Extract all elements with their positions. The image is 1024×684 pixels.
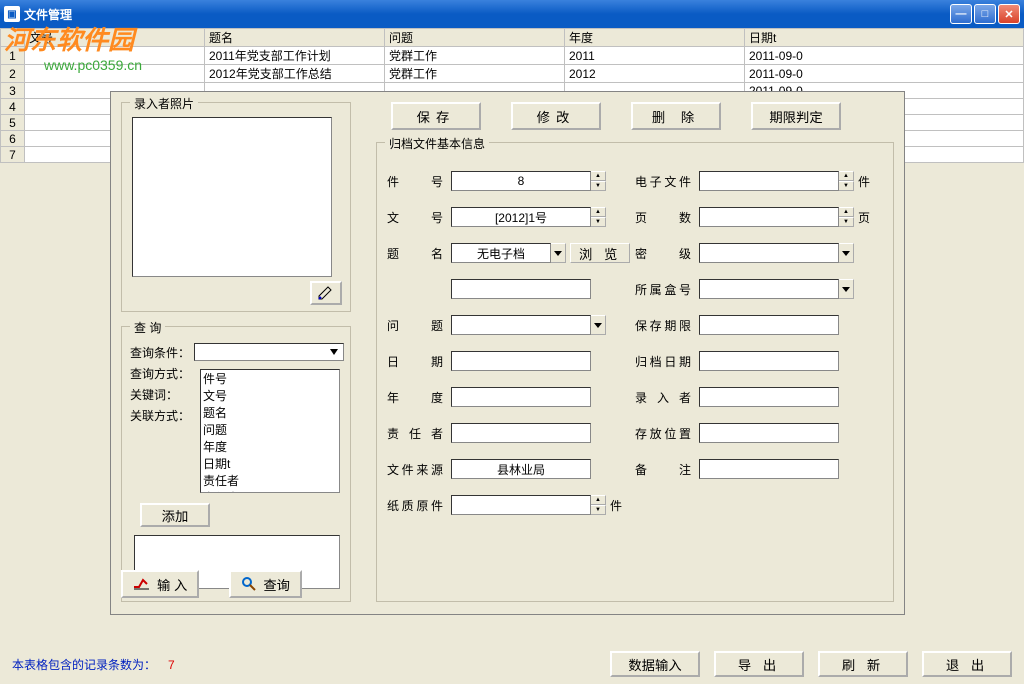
form-legend: 归档文件基本信息: [385, 135, 489, 152]
app-icon: ▣: [4, 6, 20, 22]
col-header[interactable]: [1, 29, 25, 47]
add-button[interactable]: 添加: [140, 503, 210, 527]
modify-button[interactable]: 修改: [511, 102, 601, 130]
query-mode-label: 查询方式：: [130, 365, 194, 382]
entry-input[interactable]: [699, 387, 839, 407]
archive-date-input[interactable]: [699, 351, 839, 371]
col-header[interactable]: 日期t: [745, 29, 1024, 47]
list-item[interactable]: 件号: [201, 370, 339, 387]
save-button[interactable]: 保存: [391, 102, 481, 130]
list-item[interactable]: 文件来源: [201, 489, 339, 493]
col-header[interactable]: 题名: [205, 29, 385, 47]
table-row[interactable]: 22012年党支部工作总结党群工作20122011-09-0: [1, 65, 1024, 83]
input-button[interactable]: 输 入: [121, 570, 199, 598]
query-keyword-label: 关键词：: [130, 386, 194, 403]
maximize-button[interactable]: □: [974, 4, 996, 24]
efile-select[interactable]: 无电子档: [451, 243, 551, 263]
item-no-spinner[interactable]: ▲▼: [590, 171, 606, 191]
secret-dropdown[interactable]: [838, 243, 854, 263]
source-input[interactable]: 县林业局: [451, 459, 591, 479]
delete-button[interactable]: 删 除: [631, 102, 721, 130]
paper-input[interactable]: [451, 495, 591, 515]
minimize-button[interactable]: —: [950, 4, 972, 24]
paper-spinner[interactable]: ▲▼: [590, 495, 606, 515]
list-item[interactable]: 问题: [201, 421, 339, 438]
export-button[interactable]: 导 出: [714, 651, 804, 677]
title-input[interactable]: [451, 279, 591, 299]
item-no-input[interactable]: 8: [451, 171, 591, 191]
close-button[interactable]: ✕: [998, 4, 1020, 24]
efile-input[interactable]: [699, 171, 839, 191]
form-group: 归档文件基本信息 件 号8▲▼ 电子文件▲▼件 文号[2012]1号▲▼ 页数▲…: [376, 142, 894, 602]
query-cond-label: 查询条件：: [130, 344, 194, 361]
pen-button[interactable]: [310, 281, 342, 305]
exit-button[interactable]: 退 出: [922, 651, 1012, 677]
issue-dropdown[interactable]: [590, 315, 606, 335]
input-icon: [133, 577, 151, 591]
table-row[interactable]: 12011年党支部工作计划党群工作20112011-09-0: [1, 47, 1024, 65]
secret-input[interactable]: [699, 243, 839, 263]
data-input-button[interactable]: 数据输入: [610, 651, 700, 677]
doc-no-spinner[interactable]: ▲▼: [590, 207, 606, 227]
list-item[interactable]: 文号: [201, 387, 339, 404]
box-input[interactable]: [699, 279, 839, 299]
efile-spinner[interactable]: ▲▼: [838, 171, 854, 191]
search-icon: [241, 576, 257, 592]
window-title: 文件管理: [24, 6, 72, 23]
resp-input[interactable]: [451, 423, 591, 443]
efile-dropdown[interactable]: [550, 243, 566, 263]
query-legend: 查 询: [130, 319, 165, 336]
query-group: 查 询 查询条件： 查询方式： 关键词： 关联方式： 件号文号题名问题年度日期t…: [121, 326, 351, 602]
pen-icon: [317, 285, 335, 301]
pages-spinner[interactable]: ▲▼: [838, 207, 854, 227]
note-input[interactable]: [699, 459, 839, 479]
edit-dialog: 录入者照片 查 询 查询条件： 查询方式： 关键词： 关联方式： 件号文号题名问…: [110, 91, 905, 615]
issue-input[interactable]: [451, 315, 591, 335]
titlebar: ▣ 文件管理 — □ ✕: [0, 0, 1024, 28]
browse-button[interactable]: 浏 览: [570, 243, 630, 263]
col-header[interactable]: 问题: [385, 29, 565, 47]
col-header[interactable]: 年度: [565, 29, 745, 47]
col-header[interactable]: 文号: [25, 29, 205, 47]
photo-box[interactable]: [132, 117, 332, 277]
list-item[interactable]: 日期t: [201, 455, 339, 472]
doc-no-input[interactable]: [2012]1号: [451, 207, 591, 227]
list-item[interactable]: 题名: [201, 404, 339, 421]
pages-input[interactable]: [699, 207, 839, 227]
photo-group: 录入者照片: [121, 102, 351, 312]
year-input[interactable]: [451, 387, 591, 407]
photo-legend: 录入者照片: [130, 95, 198, 112]
retain-input[interactable]: [699, 315, 839, 335]
search-button[interactable]: 查询: [229, 570, 302, 598]
box-dropdown[interactable]: [838, 279, 854, 299]
list-item[interactable]: 年度: [201, 438, 339, 455]
loc-input[interactable]: [699, 423, 839, 443]
refresh-button[interactable]: 刷 新: [818, 651, 908, 677]
status-text: 本表格包含的记录条数为：7: [12, 656, 175, 673]
date-input[interactable]: [451, 351, 591, 371]
deadline-button[interactable]: 期限判定: [751, 102, 841, 130]
query-cond-input[interactable]: [194, 343, 344, 361]
query-field-list[interactable]: 件号文号题名问题年度日期t责任者文件来源: [200, 369, 340, 493]
bottom-bar: 本表格包含的记录条数为：7 数据输入 导 出 刷 新 退 出: [0, 648, 1024, 680]
list-item[interactable]: 责任者: [201, 472, 339, 489]
query-assoc-label: 关联方式：: [130, 407, 194, 424]
